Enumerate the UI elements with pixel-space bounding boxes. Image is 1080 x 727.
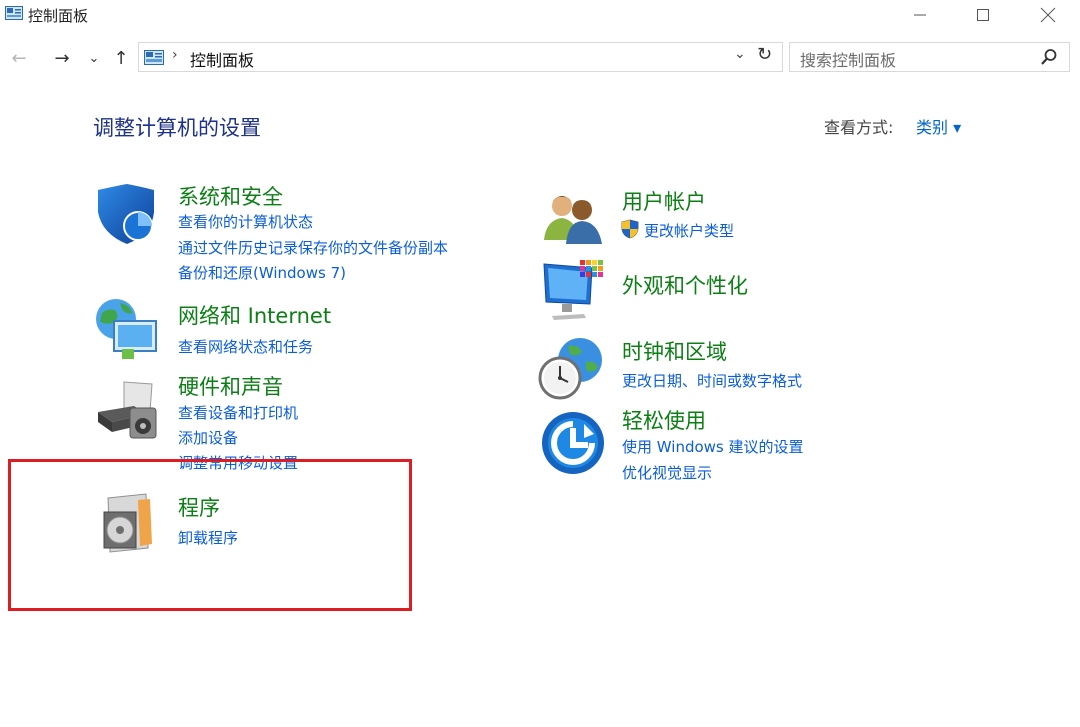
back-button[interactable]: ← bbox=[8, 47, 30, 69]
link-view-computer-status[interactable]: 查看你的计算机状态 bbox=[178, 211, 313, 232]
recent-locations-button[interactable]: ⌄ bbox=[83, 47, 105, 69]
title-bar: 控制面板 bbox=[0, 0, 1080, 32]
link-file-history[interactable]: 通过文件历史记录保存你的文件备份副本 bbox=[178, 237, 448, 258]
link-backup-restore[interactable]: 备份和还原(Windows 7) bbox=[178, 262, 346, 283]
forward-button[interactable]: → bbox=[51, 47, 73, 69]
appearance-monitor-icon bbox=[543, 260, 603, 320]
minimize-button[interactable] bbox=[897, 0, 943, 30]
link-recommended-settings[interactable]: 使用 Windows 建议的设置 bbox=[622, 436, 804, 457]
user-accounts-icon bbox=[544, 196, 602, 244]
printer-speaker-icon bbox=[98, 381, 157, 439]
minimize-icon bbox=[914, 14, 926, 16]
link-optimize-visual-display[interactable]: 优化视觉显示 bbox=[622, 462, 712, 483]
close-icon bbox=[1040, 7, 1056, 23]
link-view-network-status[interactable]: 查看网络状态和任务 bbox=[178, 336, 313, 357]
link-add-device[interactable]: 添加设备 bbox=[178, 427, 238, 448]
clock-globe-icon bbox=[538, 338, 602, 400]
view-by-dropdown[interactable]: 类别 ▾ bbox=[916, 114, 961, 138]
maximize-button[interactable] bbox=[960, 0, 1006, 30]
network-globe-icon bbox=[96, 299, 157, 359]
category-ease-of-access[interactable]: 轻松使用 bbox=[622, 405, 706, 435]
maximize-icon bbox=[977, 9, 989, 21]
refresh-button[interactable]: ↻ bbox=[757, 44, 772, 65]
control-panel-icon bbox=[144, 50, 164, 65]
category-hardware-sound[interactable]: 硬件和声音 bbox=[178, 371, 283, 401]
up-button[interactable]: ↑ bbox=[110, 47, 132, 69]
window-title: 控制面板 bbox=[28, 7, 89, 25]
search-placeholder: 搜索控制面板 bbox=[800, 51, 897, 70]
view-by-label: 查看方式: bbox=[824, 118, 894, 137]
category-appearance[interactable]: 外观和个性化 bbox=[622, 270, 748, 300]
link-devices-printers[interactable]: 查看设备和打印机 bbox=[178, 402, 298, 423]
breadcrumb-separator: › bbox=[172, 47, 178, 63]
search-icon[interactable] bbox=[1040, 48, 1058, 66]
page-title: 调整计算机的设置 bbox=[93, 116, 261, 140]
category-system-security[interactable]: 系统和安全 bbox=[178, 181, 283, 211]
address-dropdown-button[interactable]: ⌄ bbox=[734, 46, 746, 62]
category-user-accounts[interactable]: 用户帐户 bbox=[622, 186, 706, 216]
link-change-date-time[interactable]: 更改日期、时间或数字格式 bbox=[622, 370, 802, 391]
control-panel-icon bbox=[5, 6, 23, 20]
breadcrumb-control-panel[interactable]: 控制面板 bbox=[190, 47, 254, 71]
uac-shield-icon bbox=[621, 219, 639, 239]
security-shield-icon bbox=[98, 184, 154, 244]
ease-of-access-icon bbox=[542, 412, 604, 474]
highlight-box bbox=[8, 459, 412, 611]
category-clock-region[interactable]: 时钟和区域 bbox=[622, 336, 727, 366]
category-network-internet[interactable]: 网络和 Internet bbox=[178, 300, 331, 330]
link-change-account-type[interactable]: 更改帐户类型 bbox=[644, 220, 734, 241]
close-button[interactable] bbox=[1025, 0, 1071, 30]
